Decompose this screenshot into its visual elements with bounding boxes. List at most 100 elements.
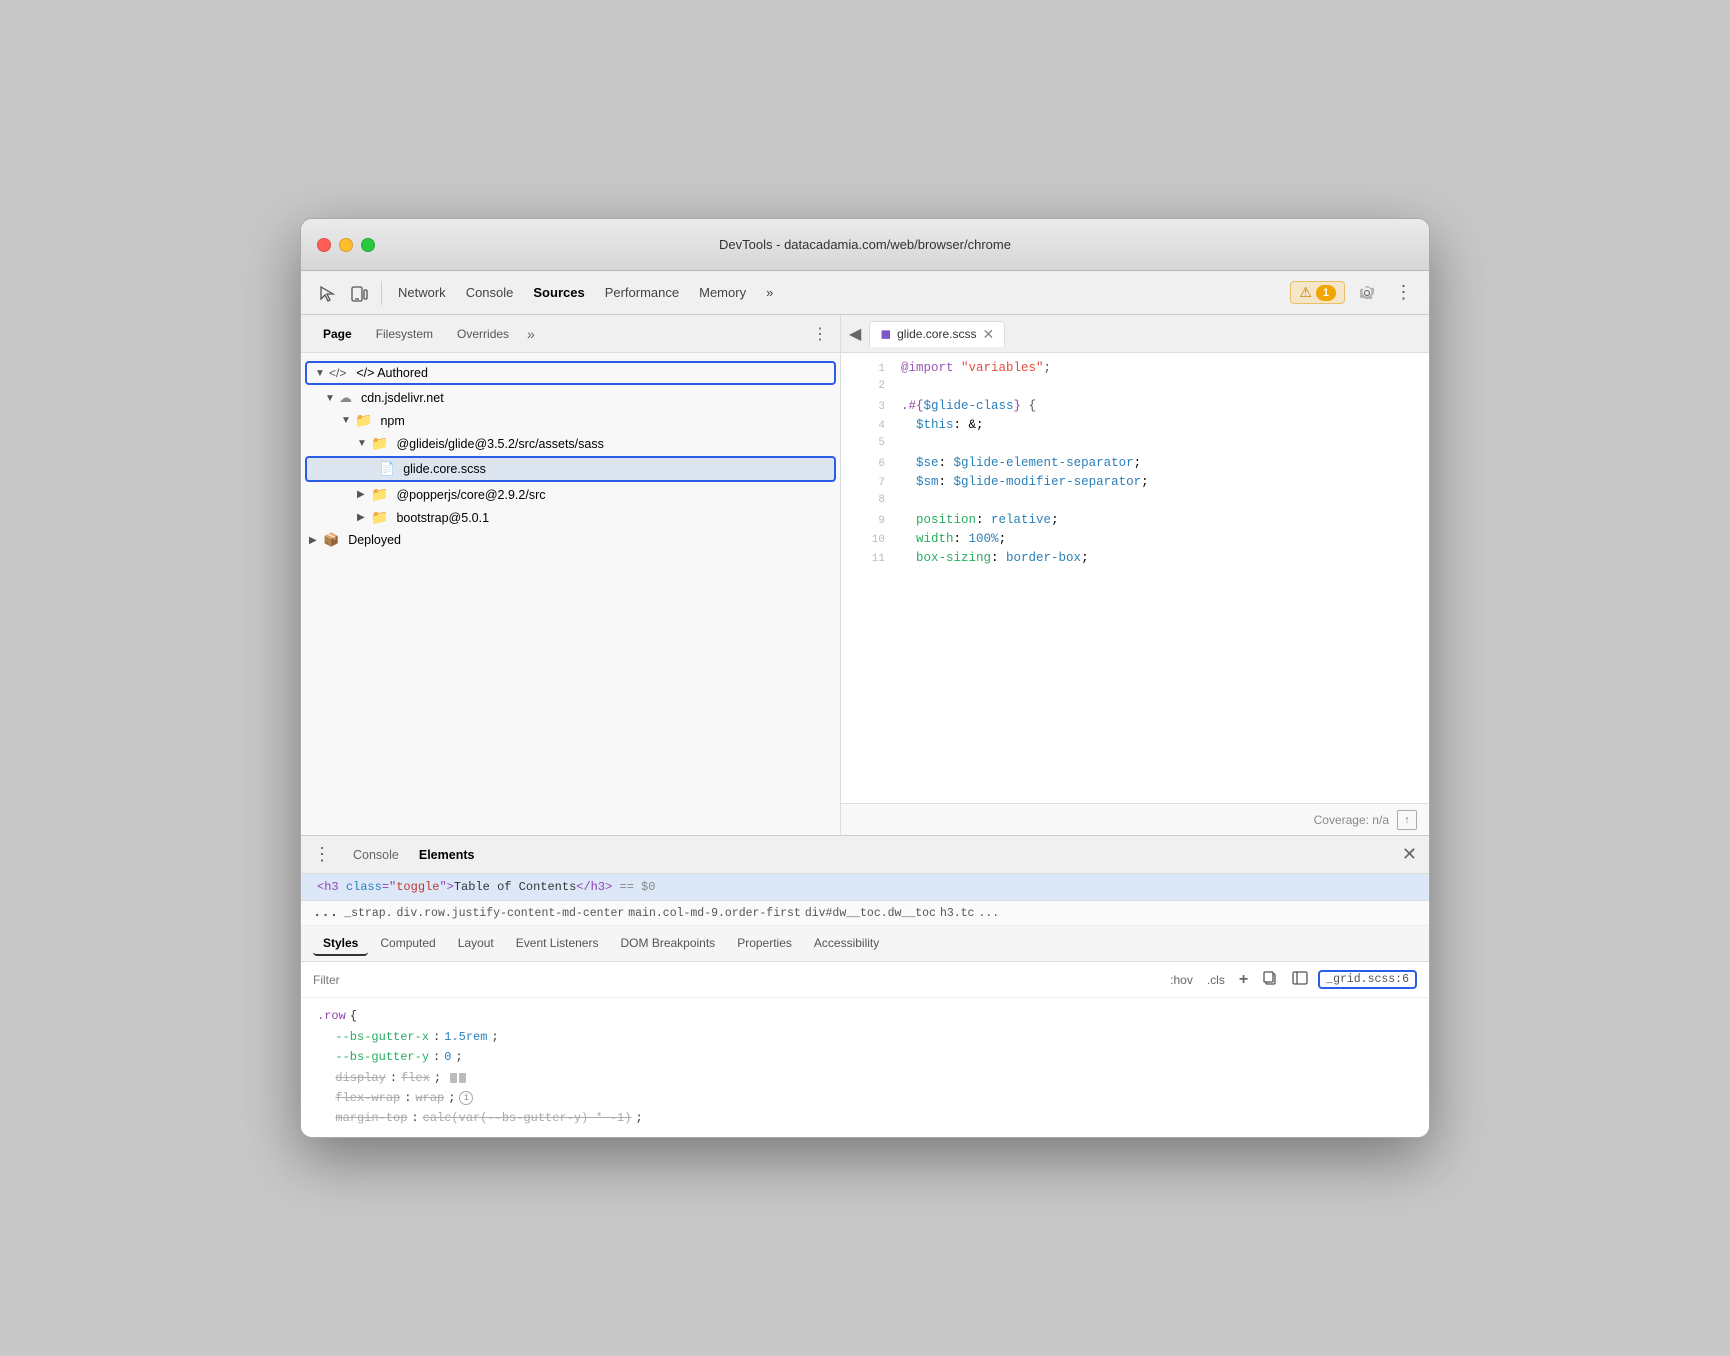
npm-label: npm bbox=[380, 414, 404, 428]
editor-tab-close[interactable]: ✕ bbox=[982, 326, 994, 343]
glideis-item[interactable]: ▼ 📁 @glideis/glide@3.5.2/src/assets/sass bbox=[301, 432, 840, 455]
code-content-10: width: 100%; bbox=[901, 532, 1006, 546]
panel-options[interactable]: ⋮ bbox=[812, 324, 828, 344]
code-content-9: position: relative; bbox=[901, 513, 1059, 527]
memory-tab[interactable]: Memory bbox=[691, 281, 754, 304]
styles-tab-computed[interactable]: Computed bbox=[370, 932, 445, 956]
npm-item[interactable]: ▼ 📁 npm bbox=[301, 409, 840, 432]
code-line-10: 10 width: 100%; bbox=[841, 532, 1429, 551]
breadcrumb-divtoc[interactable]: div#dw__toc.dw__toc bbox=[805, 907, 936, 920]
badge-button[interactable]: ⚠ 1 bbox=[1290, 281, 1345, 304]
minimize-button[interactable] bbox=[339, 238, 353, 252]
right-panel: ◀ ◼ glide.core.scss ✕ 1 @import "variabl… bbox=[841, 315, 1429, 835]
bottom-dots-menu[interactable]: ⋮ bbox=[313, 844, 331, 865]
editor-tab-name: glide.core.scss bbox=[897, 327, 976, 341]
element-bar-content: <h3 class="toggle">Table of Contents</h3… bbox=[317, 880, 656, 894]
coverage-icon[interactable]: ↑ bbox=[1397, 810, 1417, 830]
editor-nav-icon[interactable]: ◀ bbox=[849, 324, 861, 344]
styles-tab-accessibility[interactable]: Accessibility bbox=[804, 932, 889, 956]
filter-bar: :hov .cls + _grid.scss:6 bbox=[301, 962, 1429, 998]
info-icon[interactable]: i bbox=[459, 1091, 473, 1105]
inspect-icon[interactable] bbox=[313, 279, 341, 307]
css-selector-line: .row { bbox=[317, 1006, 1413, 1026]
left-panel: Page Filesystem Overrides » ⋮ ▼ </> </> … bbox=[301, 315, 841, 835]
glide-file-box: 📄 glide.core.scss bbox=[305, 456, 836, 482]
line-num-8: 8 bbox=[853, 494, 885, 506]
authored-code-icon: </> bbox=[329, 366, 346, 380]
breadcrumb-bar: ... _strap. div.row.justify-content-md-c… bbox=[301, 901, 1429, 926]
editor-tab-glide[interactable]: ◼ glide.core.scss ✕ bbox=[869, 321, 1005, 347]
authored-arrow: ▼ bbox=[315, 368, 329, 379]
toolbar-right: ⚠ 1 ⋮ bbox=[1290, 279, 1417, 307]
breadcrumb-dots[interactable]: ... bbox=[313, 905, 338, 921]
cdn-item[interactable]: ▼ ☁ cdn.jsdelivr.net bbox=[301, 387, 840, 409]
line-num-6: 6 bbox=[853, 458, 885, 470]
grid-scss-badge[interactable]: _grid.scss:6 bbox=[1318, 970, 1417, 989]
styles-tab-properties[interactable]: Properties bbox=[727, 932, 802, 956]
code-line-9: 9 position: relative; bbox=[841, 513, 1429, 532]
line-num-9: 9 bbox=[853, 515, 885, 527]
settings-icon[interactable] bbox=[1353, 279, 1381, 307]
panel-tabs-more[interactable]: » bbox=[523, 326, 539, 342]
breadcrumb-more[interactable]: ... bbox=[978, 907, 999, 920]
hov-btn[interactable]: :hov bbox=[1166, 971, 1197, 989]
filter-input[interactable] bbox=[313, 973, 1158, 987]
styles-tab-styles[interactable]: Styles bbox=[313, 932, 368, 956]
plus-btn[interactable]: + bbox=[1235, 969, 1252, 991]
styles-tab-layout[interactable]: Layout bbox=[448, 932, 504, 956]
window-title: DevTools - datacadamia.com/web/browser/c… bbox=[719, 237, 1011, 252]
npm-folder-icon: 📁 bbox=[355, 412, 372, 429]
maximize-button[interactable] bbox=[361, 238, 375, 252]
glideis-folder-icon: 📁 bbox=[371, 435, 388, 452]
code-line-2: 2 bbox=[841, 380, 1429, 399]
deployed-item[interactable]: ▶ 📦 Deployed bbox=[301, 529, 840, 551]
code-line-8: 8 bbox=[841, 494, 1429, 513]
code-content-3: .#{$glide-class} { bbox=[901, 399, 1036, 413]
styles-tab-event-listeners[interactable]: Event Listeners bbox=[506, 932, 609, 956]
sidebar-btn[interactable] bbox=[1288, 968, 1312, 991]
sources-tab[interactable]: Sources bbox=[525, 281, 592, 304]
breadcrumb-main[interactable]: main.col-md-9.order-first bbox=[628, 907, 801, 920]
console-tab[interactable]: Console bbox=[458, 281, 522, 304]
close-button[interactable] bbox=[317, 238, 331, 252]
css-prop-flex-wrap: flex-wrap: wrap; i bbox=[317, 1088, 1413, 1108]
editor-footer: Coverage: n/a ↑ bbox=[841, 803, 1429, 835]
css-prop-gutter-x: --bs-gutter-x: 1.5rem; bbox=[317, 1027, 1413, 1047]
overrides-tab[interactable]: Overrides bbox=[447, 323, 519, 345]
code-content-1: @import "variables"; bbox=[901, 361, 1051, 375]
performance-tab[interactable]: Performance bbox=[597, 281, 687, 304]
copy-btn[interactable] bbox=[1258, 968, 1282, 991]
cdn-arrow: ▼ bbox=[325, 393, 339, 404]
console-bottom-tab[interactable]: Console bbox=[343, 844, 409, 866]
breadcrumb-divrow[interactable]: div.row.justify-content-md-center bbox=[397, 907, 625, 920]
deployed-arrow: ▶ bbox=[309, 535, 323, 546]
css-prop-display: display: flex; bbox=[317, 1068, 1413, 1088]
styles-tabs: Styles Computed Layout Event Listeners D… bbox=[301, 926, 1429, 962]
toolbar-more-btn[interactable]: » bbox=[758, 281, 781, 304]
styles-tab-dom-breakpoints[interactable]: DOM Breakpoints bbox=[610, 932, 725, 956]
cdn-globe-icon: ☁ bbox=[339, 390, 352, 406]
css-selector: .row bbox=[317, 1006, 346, 1026]
glide-file-item[interactable]: 📄 glide.core.scss bbox=[305, 456, 836, 482]
cls-btn[interactable]: .cls bbox=[1203, 971, 1229, 989]
authored-item[interactable]: ▼ </> </> Authored bbox=[307, 363, 834, 383]
popperjs-item[interactable]: ▶ 📁 @popperjs/core@2.9.2/src bbox=[301, 483, 840, 506]
popperjs-label: @popperjs/core@2.9.2/src bbox=[396, 488, 545, 502]
main-toolbar: Network Console Sources Performance Memo… bbox=[301, 271, 1429, 315]
breadcrumb-h3[interactable]: h3.tc bbox=[940, 907, 975, 920]
more-menu-icon[interactable]: ⋮ bbox=[1389, 279, 1417, 307]
breadcrumb-strap[interactable]: _strap. bbox=[344, 907, 392, 920]
network-tab[interactable]: Network bbox=[390, 281, 454, 304]
bootstrap-folder-icon: 📁 bbox=[371, 509, 388, 526]
page-tab[interactable]: Page bbox=[313, 323, 362, 345]
code-line-5: 5 bbox=[841, 437, 1429, 456]
line-num-5: 5 bbox=[853, 437, 885, 449]
device-icon[interactable] bbox=[345, 279, 373, 307]
elements-bottom-tab[interactable]: Elements bbox=[409, 844, 485, 866]
code-content-6: $se: $glide-element-separator; bbox=[901, 456, 1141, 470]
filesystem-tab[interactable]: Filesystem bbox=[366, 323, 443, 345]
file-type-icon: ◼ bbox=[880, 326, 891, 342]
bottom-close-btn[interactable]: ✕ bbox=[1402, 844, 1417, 865]
line-num-2: 2 bbox=[853, 380, 885, 392]
bootstrap-item[interactable]: ▶ 📁 bootstrap@5.0.1 bbox=[301, 506, 840, 529]
